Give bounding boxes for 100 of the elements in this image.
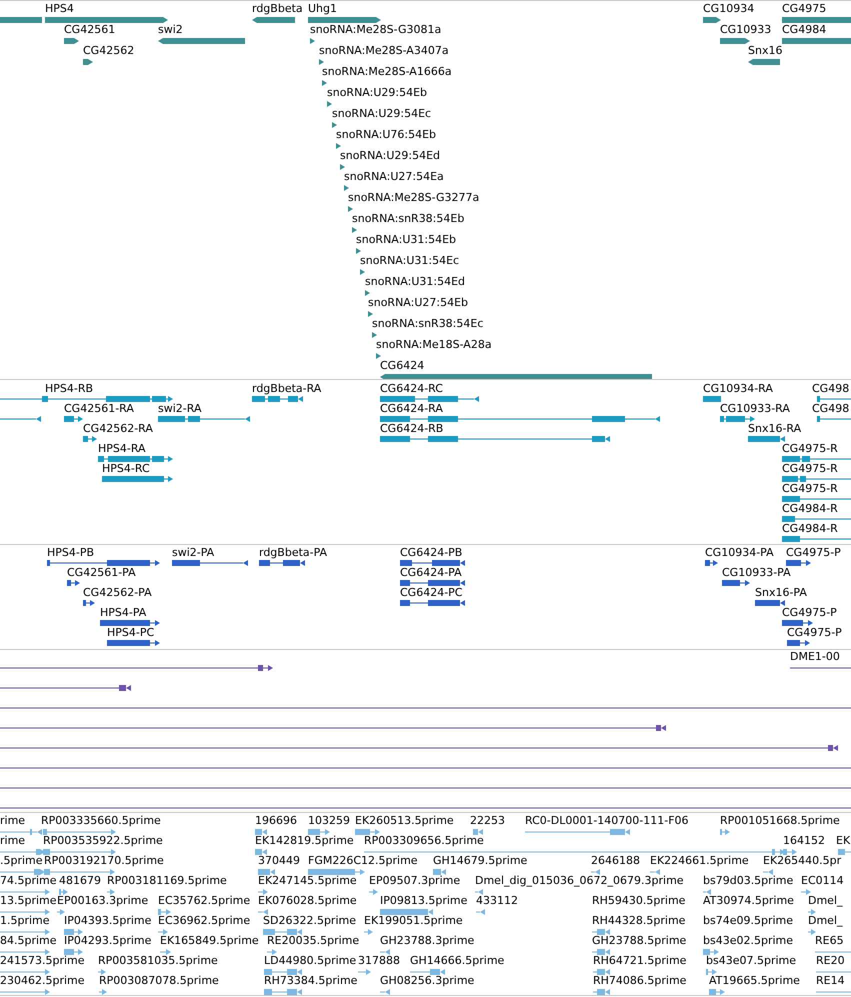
- est-glyph[interactable]: [369, 889, 378, 895]
- est-glyph[interactable]: [709, 989, 725, 995]
- est-glyph[interactable]: [720, 829, 730, 835]
- protein-glyph[interactable]: [107, 640, 160, 646]
- gene-glyph[interactable]: [340, 164, 345, 170]
- transcript-glyph[interactable]: [83, 436, 97, 442]
- protein-glyph[interactable]: [722, 580, 750, 586]
- est-glyph[interactable]: [703, 949, 719, 955]
- est-glyph[interactable]: [364, 929, 373, 935]
- est-glyph[interactable]: [0, 989, 50, 995]
- est-glyph[interactable]: [258, 889, 268, 895]
- est-glyph[interactable]: [0, 889, 50, 895]
- est-glyph[interactable]: [43, 829, 116, 835]
- est-glyph[interactable]: [706, 969, 717, 975]
- transcript-glyph[interactable]: [64, 416, 83, 422]
- protein-glyph[interactable]: [787, 640, 810, 646]
- gene-glyph[interactable]: [310, 38, 315, 44]
- protein-glyph[interactable]: [782, 620, 813, 626]
- est-glyph[interactable]: [0, 909, 50, 915]
- est-glyph[interactable]: [592, 929, 610, 935]
- est-glyph[interactable]: [107, 889, 115, 895]
- gene-glyph[interactable]: [308, 17, 381, 23]
- est-glyph[interactable]: [0, 949, 50, 955]
- protein-glyph[interactable]: [400, 580, 465, 586]
- est-glyph[interactable]: [0, 929, 50, 935]
- est-glyph[interactable]: [593, 969, 610, 975]
- protein-glyph[interactable]: [786, 560, 811, 566]
- protein-glyph[interactable]: [83, 600, 95, 606]
- transcript-glyph[interactable]: [0, 416, 41, 422]
- alignment-glyph[interactable]: [0, 725, 666, 731]
- est-glyph[interactable]: [258, 909, 268, 915]
- gene-glyph[interactable]: [158, 38, 245, 44]
- gene-glyph[interactable]: [372, 332, 377, 338]
- est-glyph[interactable]: [44, 869, 115, 875]
- gene-glyph[interactable]: [720, 38, 750, 44]
- est-glyph[interactable]: [763, 869, 773, 875]
- gene-glyph[interactable]: [45, 17, 168, 23]
- est-glyph[interactable]: [267, 949, 277, 955]
- gene-glyph[interactable]: [348, 206, 353, 212]
- est-glyph[interactable]: [59, 889, 68, 895]
- est-glyph[interactable]: [0, 869, 45, 875]
- est-glyph[interactable]: [0, 969, 50, 975]
- protein-glyph[interactable]: [400, 600, 465, 606]
- est-glyph[interactable]: [255, 829, 267, 835]
- transcript-glyph[interactable]: [782, 476, 851, 482]
- est-glyph[interactable]: [475, 889, 483, 895]
- gene-glyph[interactable]: [376, 353, 381, 359]
- est-glyph[interactable]: [158, 909, 171, 915]
- transcript-glyph[interactable]: [102, 476, 173, 482]
- transcript-glyph[interactable]: [817, 416, 851, 422]
- est-glyph[interactable]: [783, 849, 797, 855]
- transcript-glyph[interactable]: [158, 416, 250, 422]
- alignment-glyph[interactable]: [0, 665, 273, 671]
- est-glyph[interactable]: [473, 829, 483, 835]
- est-glyph[interactable]: [364, 849, 785, 855]
- est-glyph[interactable]: [264, 969, 302, 975]
- est-glyph[interactable]: [808, 929, 816, 935]
- est-glyph[interactable]: [380, 989, 390, 995]
- protein-glyph[interactable]: [100, 620, 160, 626]
- est-glyph[interactable]: [592, 949, 610, 955]
- est-glyph[interactable]: [158, 929, 168, 935]
- est-glyph[interactable]: [263, 929, 302, 935]
- transcript-glyph[interactable]: [252, 396, 303, 402]
- protein-glyph[interactable]: [705, 560, 718, 566]
- est-glyph[interactable]: [358, 969, 371, 975]
- est-glyph[interactable]: [98, 969, 106, 975]
- gene-glyph[interactable]: [368, 311, 373, 317]
- gene-glyph[interactable]: [748, 59, 780, 65]
- est-glyph[interactable]: [380, 949, 390, 955]
- protein-glyph[interactable]: [400, 560, 465, 566]
- est-glyph[interactable]: [808, 909, 816, 915]
- transcript-glyph[interactable]: [782, 456, 851, 462]
- est-glyph[interactable]: [650, 869, 660, 875]
- est-glyph[interactable]: [255, 849, 267, 855]
- est-glyph[interactable]: [591, 869, 600, 875]
- est-glyph[interactable]: [476, 909, 485, 915]
- gene-glyph[interactable]: [356, 248, 361, 254]
- gene-glyph[interactable]: [703, 17, 721, 23]
- protein-glyph[interactable]: [755, 600, 785, 606]
- est-glyph[interactable]: [258, 869, 275, 875]
- alignment-glyph[interactable]: [0, 745, 838, 751]
- transcript-glyph[interactable]: [782, 496, 851, 502]
- gene-glyph[interactable]: [365, 290, 370, 296]
- gene-glyph[interactable]: [352, 227, 357, 233]
- gene-glyph[interactable]: [83, 59, 93, 65]
- transcript-glyph[interactable]: [782, 536, 851, 542]
- transcript-glyph[interactable]: [748, 436, 785, 442]
- transcript-glyph[interactable]: [380, 436, 610, 442]
- gene-glyph[interactable]: [336, 143, 341, 149]
- est-glyph[interactable]: [593, 989, 610, 995]
- est-glyph[interactable]: [308, 829, 330, 835]
- est-glyph[interactable]: [64, 949, 83, 955]
- est-glyph[interactable]: [433, 869, 446, 875]
- gene-glyph[interactable]: [332, 122, 337, 128]
- gene-glyph[interactable]: [327, 101, 332, 107]
- est-glyph[interactable]: [160, 949, 171, 955]
- alignment-glyph[interactable]: [0, 685, 131, 691]
- gene-glyph[interactable]: [344, 185, 349, 191]
- est-glyph[interactable]: [0, 829, 42, 835]
- est-glyph[interactable]: [525, 829, 630, 835]
